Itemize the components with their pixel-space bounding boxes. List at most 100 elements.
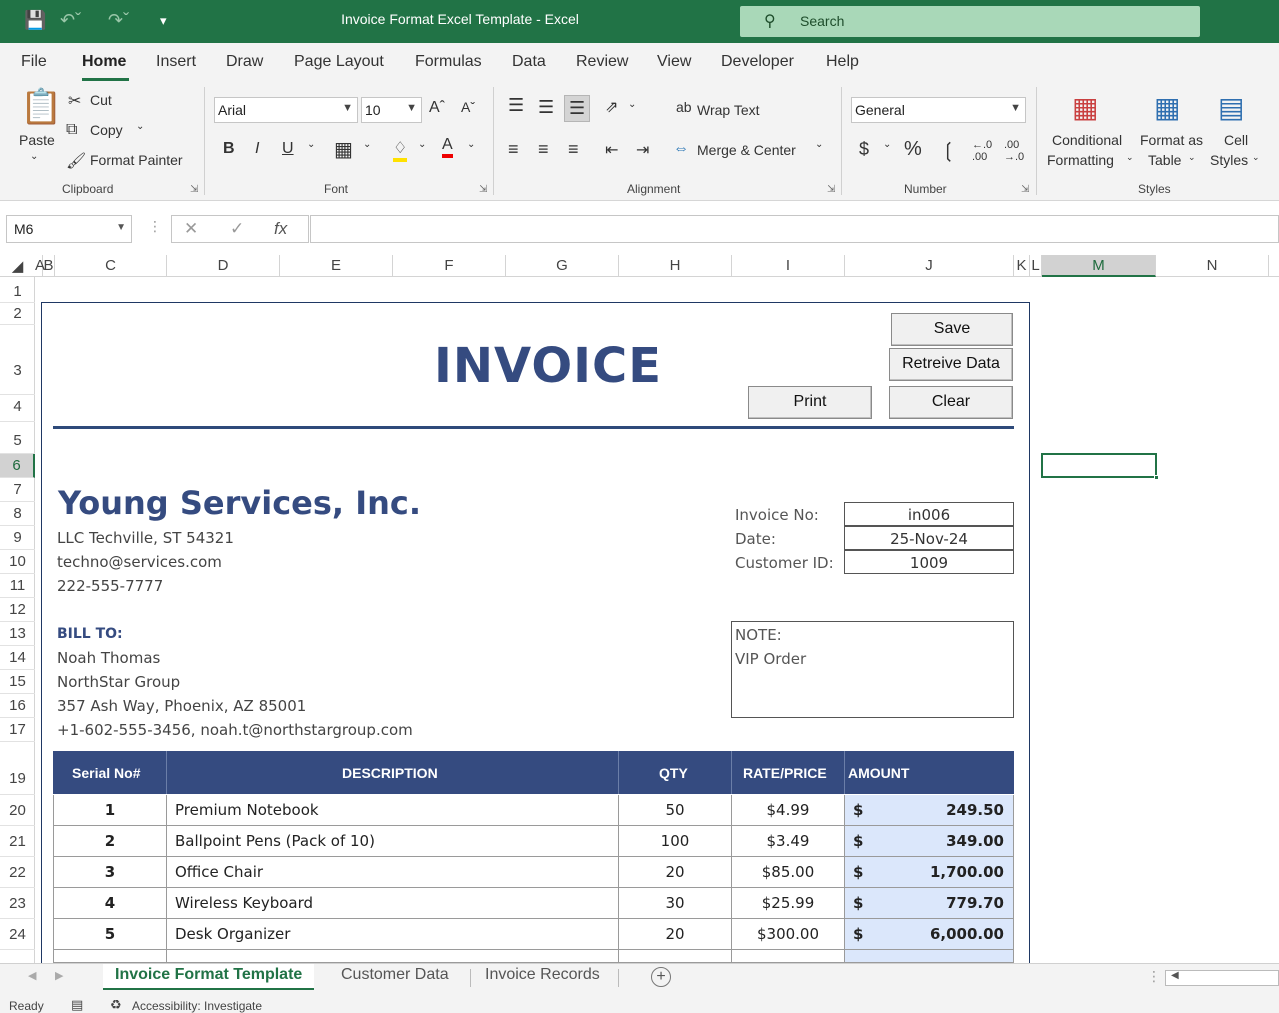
row-header-12[interactable]: 12 <box>0 598 35 622</box>
column-header-a[interactable]: A <box>35 255 45 277</box>
conditional-formatting-button[interactable]: Conditional <box>1052 132 1122 148</box>
name-box[interactable]: M6 ▼ <box>6 215 132 243</box>
format-as-table-label[interactable]: Table <box>1148 152 1181 168</box>
font-name-select[interactable]: Arial ▼ <box>214 97 358 123</box>
copy-dropdown-icon[interactable]: ⌄ <box>136 121 144 132</box>
item-qty-cell[interactable]: 20 <box>619 919 732 950</box>
item-serial-cell[interactable]: 4 <box>53 888 167 919</box>
tab-home[interactable]: Home <box>82 53 126 71</box>
column-header-n[interactable]: N <box>1156 255 1269 277</box>
decrease-indent-icon[interactable]: ⇤ <box>605 140 618 160</box>
item-serial-cell[interactable]: 2 <box>53 826 167 857</box>
macro-recording-icon[interactable]: ▤ <box>71 997 83 1013</box>
decrease-font-icon[interactable]: Aˇ <box>461 99 475 115</box>
item-desc-cell[interactable]: Wireless Keyboard <box>167 888 619 919</box>
conditional-formatting-label[interactable]: Formatting <box>1047 152 1114 168</box>
row-header-14[interactable]: 14 <box>0 646 35 670</box>
empty-row-cell[interactable] <box>732 950 845 963</box>
cut-button[interactable]: Cut <box>90 92 112 108</box>
paste-dropdown-icon[interactable]: ⌄ <box>30 151 38 162</box>
tab-help[interactable]: Help <box>826 53 859 71</box>
cell-styles-icon[interactable]: ▤ <box>1218 91 1244 124</box>
number-format-select[interactable]: General ▼ <box>851 97 1026 123</box>
row-header-3[interactable]: 3 <box>0 325 35 395</box>
item-desc-cell[interactable]: Ballpoint Pens (Pack of 10) <box>167 826 619 857</box>
column-header-j[interactable]: J <box>845 255 1014 277</box>
currency-icon[interactable]: $ <box>859 139 869 160</box>
row-header-1[interactable]: 1 <box>0 281 35 303</box>
format-painter-icon[interactable]: 🖌 <box>66 151 86 171</box>
tab-view[interactable]: View <box>657 53 691 71</box>
alignment-launcher-icon[interactable]: ⇲ <box>827 184 835 195</box>
row-header-13[interactable]: 13 <box>0 622 35 646</box>
cell-styles-label[interactable]: Styles <box>1210 152 1248 168</box>
save-button[interactable]: Save <box>891 313 1013 346</box>
cut-icon[interactable]: ✂ <box>68 91 81 111</box>
align-middle-icon[interactable]: ☰ <box>538 97 554 118</box>
column-header-b[interactable]: B <box>43 255 55 277</box>
clear-button[interactable]: Clear <box>889 386 1013 419</box>
align-top-icon[interactable]: ☰ <box>508 95 524 116</box>
align-center-icon[interactable]: ≡ <box>538 139 549 160</box>
row-header-15[interactable]: 15 <box>0 670 35 694</box>
sheet-tab-customer-data[interactable]: Customer Data <box>329 966 461 984</box>
row-header-16[interactable]: 16 <box>0 694 35 718</box>
empty-row-cell[interactable] <box>619 950 732 963</box>
add-sheet-icon[interactable]: + <box>651 967 671 987</box>
decrease-decimal-icon[interactable]: .00 →.0 <box>1004 139 1024 163</box>
retrieve-data-button[interactable]: Retreive Data <box>889 348 1013 381</box>
merge-dropdown-icon[interactable]: ⌄ <box>815 139 823 150</box>
accessibility-status[interactable]: Accessibility: Investigate <box>132 999 262 1013</box>
item-rate-cell[interactable]: $4.99 <box>732 795 845 826</box>
column-header-f[interactable]: F <box>393 255 506 277</box>
column-header-i[interactable]: I <box>732 255 845 277</box>
item-qty-cell[interactable]: 50 <box>619 795 732 826</box>
row-header-4[interactable]: 4 <box>0 395 35 422</box>
active-cell-m6[interactable] <box>1041 453 1159 480</box>
sheet-tab-invoice-format-template[interactable]: Invoice Format Template <box>103 964 315 990</box>
fill-color-dropdown-icon[interactable]: ⌄ <box>418 139 426 150</box>
font-color-dropdown-icon[interactable]: ⌄ <box>467 139 475 150</box>
tab-formulas[interactable]: Formulas <box>415 53 482 71</box>
row-header-10[interactable]: 10 <box>0 550 35 574</box>
align-right-icon[interactable]: ≡ <box>568 139 579 160</box>
column-header-d[interactable]: D <box>167 255 280 277</box>
row-header-24[interactable]: 24 <box>0 919 35 950</box>
conditional-formatting-dropdown-icon[interactable]: ⌄ <box>1126 152 1134 163</box>
column-header-m[interactable]: M <box>1042 255 1156 277</box>
date-value[interactable]: 25-Nov-24 <box>844 526 1014 550</box>
scroll-left-icon[interactable]: ◀ <box>1171 970 1179 981</box>
accessibility-icon[interactable]: ♻ <box>110 997 122 1013</box>
format-as-table-icon[interactable]: ▦ <box>1154 91 1180 124</box>
item-serial-cell[interactable]: 1 <box>53 795 167 826</box>
borders-icon[interactable]: ▦ <box>334 137 353 162</box>
row-header-8[interactable]: 8 <box>0 502 35 526</box>
item-amount-cell[interactable]: $6,000.00 <box>845 919 1014 950</box>
item-amount-cell[interactable]: $249.50 <box>845 795 1014 826</box>
item-qty-cell[interactable]: 20 <box>619 857 732 888</box>
bold-icon[interactable]: B <box>223 140 235 158</box>
row-header-19[interactable]: 19 <box>0 742 35 795</box>
tab-developer[interactable]: Developer <box>721 53 794 71</box>
print-button[interactable]: Print <box>748 386 872 419</box>
format-painter-button[interactable]: Format Painter <box>90 152 183 168</box>
tab-file[interactable]: File <box>21 53 47 71</box>
row-header-21[interactable]: 21 <box>0 826 35 857</box>
formula-input[interactable] <box>310 215 1279 243</box>
borders-dropdown-icon[interactable]: ⌄ <box>363 139 371 150</box>
column-header-g[interactable]: G <box>506 255 619 277</box>
item-amount-cell[interactable]: $779.70 <box>845 888 1014 919</box>
row-header-6[interactable]: 6 <box>0 454 35 478</box>
column-header-l[interactable]: L <box>1030 255 1042 277</box>
column-header-k[interactable]: K <box>1014 255 1030 277</box>
empty-row-cell[interactable] <box>53 950 167 963</box>
format-as-table-dropdown-icon[interactable]: ⌄ <box>1188 152 1196 163</box>
increase-indent-icon[interactable]: ⇥ <box>636 140 649 160</box>
font-color-icon[interactable]: A <box>442 136 453 158</box>
conditional-formatting-icon[interactable]: ▦ <box>1072 91 1098 124</box>
item-rate-cell[interactable]: $85.00 <box>732 857 845 888</box>
tab-splitter-icon[interactable]: ⋮ <box>1147 968 1161 985</box>
column-header-h[interactable]: H <box>619 255 732 277</box>
increase-font-icon[interactable]: Aˆ <box>429 99 445 117</box>
select-all-corner[interactable]: ◢ <box>0 255 35 277</box>
